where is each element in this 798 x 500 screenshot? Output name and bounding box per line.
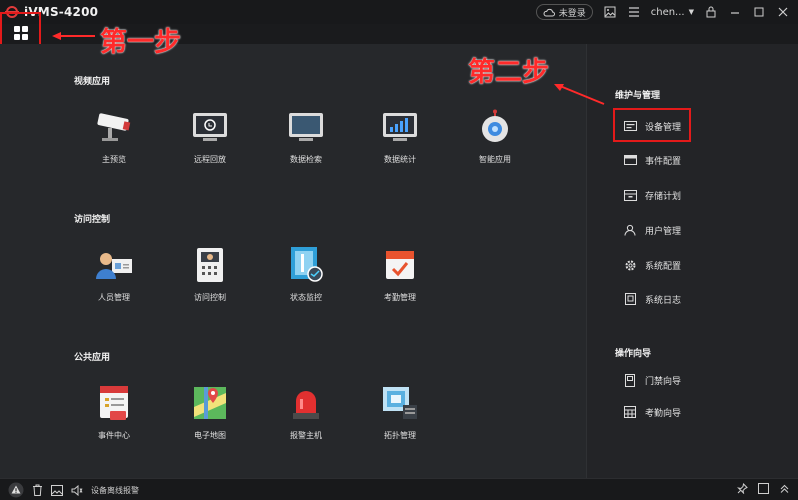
tile-data-search[interactable]: 数据检索 [266, 102, 346, 172]
tile-label: 考勤管理 [384, 293, 416, 302]
grid-menu-icon [13, 26, 28, 40]
sidebar-item-storage-plan[interactable]: 存储计划 [623, 185, 681, 205]
calendar-grid-icon [623, 405, 637, 419]
login-status-button[interactable]: 未登录 [535, 4, 593, 20]
image-icon[interactable] [603, 5, 617, 19]
storage-icon [623, 188, 637, 202]
tile-label: 智能应用 [479, 155, 511, 164]
event-config-icon [623, 153, 637, 167]
main-panel: 视频应用 主预览 远程回放 数据检索 数据统计 智能应用 访问控制 人员管理 访… [0, 44, 586, 478]
offline-alarm-label: 设备离线报警 [91, 485, 139, 495]
door-terminal-icon [190, 246, 230, 284]
chevron-up-double-icon[interactable] [779, 483, 790, 494]
tile-label: 访问控制 [194, 293, 226, 302]
pin-icon[interactable] [737, 483, 748, 494]
lock-icon[interactable] [704, 5, 718, 19]
sidebar-item-label: 系统配置 [645, 261, 682, 272]
sidebar-item-label: 事件配置 [645, 156, 682, 167]
playback-monitor-icon [190, 108, 230, 146]
minimize-icon[interactable] [728, 5, 742, 19]
sidebar-title-wizard: 操作向导 [615, 349, 652, 359]
user-icon [623, 223, 637, 237]
sidebar-item-system-config[interactable]: 系统配置 [623, 255, 681, 275]
list-icon[interactable] [627, 5, 641, 19]
robot-icon [475, 108, 515, 146]
user-name-label: chen... [650, 6, 685, 18]
annotation-step1: 第一步 [100, 27, 181, 58]
close-icon[interactable] [776, 5, 790, 19]
alarm-light-icon [286, 384, 326, 422]
sidebar-item-label: 系统日志 [645, 295, 682, 306]
tile-topology[interactable]: 拓扑管理 [360, 378, 440, 448]
sidebar-item-door-wizard[interactable]: 门禁向导 [623, 370, 681, 390]
tile-e-map[interactable]: 电子地图 [170, 378, 250, 448]
user-menu[interactable]: chen... ▼ [651, 7, 694, 18]
status-monitor-icon [286, 246, 326, 284]
window-icon[interactable] [758, 483, 769, 494]
tile-event-center[interactable]: 事件中心 [74, 378, 154, 448]
sidebar-item-label: 存储计划 [645, 191, 682, 202]
tile-label: 数据统计 [384, 155, 416, 164]
warning-icon[interactable] [8, 482, 24, 498]
log-icon [623, 292, 637, 306]
tile-status-monitor[interactable]: 状态监控 [266, 240, 346, 310]
status-bar-left: 设备离线报警 [8, 482, 139, 498]
sidebar-item-system-log[interactable]: 系统日志 [623, 289, 681, 309]
tile-label: 远程回放 [194, 155, 226, 164]
tile-alarm-host[interactable]: 报警主机 [266, 378, 346, 448]
calendar-icon [380, 246, 420, 284]
title-bar-controls: 未登录 chen... ▼ [535, 4, 790, 20]
person-card-icon [94, 246, 134, 284]
tile-label: 主预览 [102, 155, 126, 164]
tile-remote-playback[interactable]: 远程回放 [170, 102, 250, 172]
cloud-icon [543, 8, 555, 16]
image-icon[interactable] [51, 484, 63, 496]
camera-icon [94, 108, 134, 146]
sidebar-item-label: 考勤向导 [645, 408, 682, 419]
maximize-icon[interactable] [752, 5, 766, 19]
status-bar: 设备离线报警 [0, 478, 798, 500]
search-monitor-icon [286, 108, 326, 146]
sidebar-item-event-config[interactable]: 事件配置 [623, 150, 681, 170]
section-title-access: 访问控制 [74, 215, 111, 225]
tile-main-preview[interactable]: 主预览 [74, 102, 154, 172]
sidebar-item-user-management[interactable]: 用户管理 [623, 220, 681, 240]
tile-label: 人员管理 [98, 293, 130, 302]
section-title-public: 公共应用 [74, 353, 111, 363]
gear-icon [623, 258, 637, 272]
login-status-label: 未登录 [558, 8, 586, 19]
speaker-icon[interactable] [71, 484, 83, 496]
tile-data-statistics[interactable]: 数据统计 [360, 102, 440, 172]
tile-label: 状态监控 [290, 293, 322, 302]
event-list-icon [94, 384, 134, 422]
tile-label: 电子地图 [194, 431, 226, 440]
chevron-down-icon: ▼ [688, 8, 694, 16]
tile-label: 数据检索 [290, 155, 322, 164]
sidebar-title-maintenance: 维护与管理 [615, 91, 661, 101]
tile-attendance[interactable]: 考勤管理 [360, 240, 440, 310]
tile-label: 报警主机 [290, 431, 322, 440]
sidebar-item-label: 用户管理 [645, 226, 682, 237]
topology-monitor-icon [380, 384, 420, 422]
device-management-highlight [613, 108, 691, 142]
tile-label: 事件中心 [98, 431, 130, 440]
trash-icon[interactable] [32, 484, 43, 496]
status-bar-right [737, 483, 790, 494]
section-title-video: 视频应用 [74, 77, 111, 87]
tile-smart-app[interactable]: 智能应用 [455, 102, 535, 172]
map-pin-icon [190, 384, 230, 422]
door-icon [623, 373, 637, 387]
tile-label: 拓扑管理 [384, 431, 416, 440]
annotation-step2: 第二步 [468, 57, 549, 88]
sidebar-item-attendance-wizard[interactable]: 考勤向导 [623, 402, 681, 422]
tile-access-control[interactable]: 访问控制 [170, 240, 250, 310]
tile-person-management[interactable]: 人员管理 [74, 240, 154, 310]
sidebar-item-label: 门禁向导 [645, 376, 682, 387]
bar-chart-monitor-icon [380, 108, 420, 146]
